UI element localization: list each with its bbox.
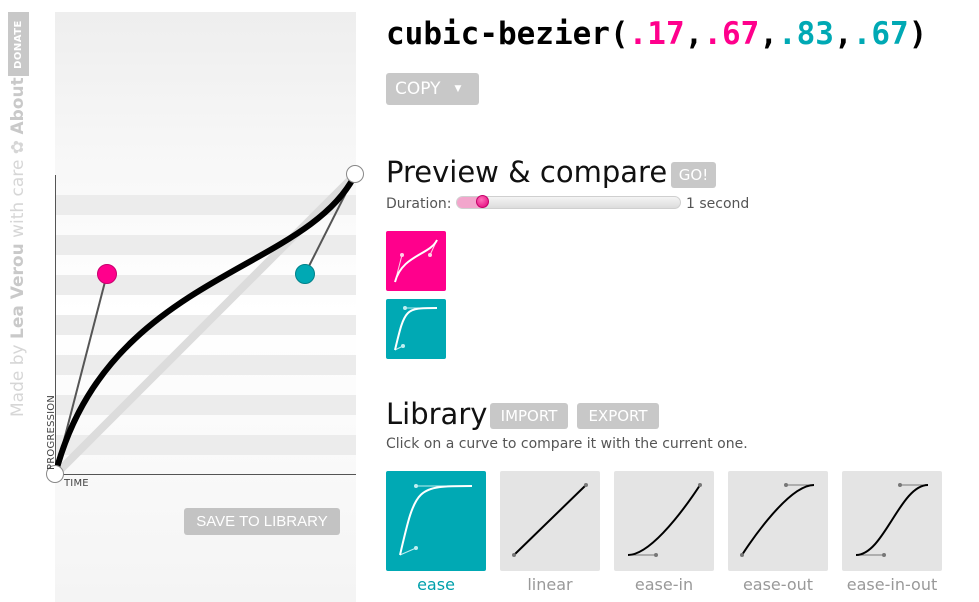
p2y-value: .67 [852, 16, 909, 52]
duration-value: 1 second [686, 196, 750, 212]
duration-label: Duration: [386, 196, 452, 212]
ease-in-out-curve-icon [855, 483, 929, 557]
comma: , [759, 16, 778, 52]
axis-progression-label: PROGRESSION [46, 394, 57, 470]
end-point [346, 165, 364, 183]
preview-compare-icon [394, 306, 438, 351]
library-item-label: ease-in-out [846, 575, 938, 594]
library-item-ease-out[interactable] [728, 471, 828, 571]
p2x-value: .83 [777, 16, 834, 52]
ease-curve-icon [399, 484, 473, 556]
library-description: Click on a curve to compare it with the … [386, 436, 748, 452]
library-item-label: ease-out [742, 575, 814, 594]
bezier-graph[interactable] [55, 175, 356, 475]
copy-label: COPY [395, 79, 441, 99]
export-button[interactable]: EXPORT [577, 403, 659, 429]
close-paren: ) [908, 16, 928, 52]
preview-current-curve[interactable] [386, 231, 446, 291]
ease-in-curve-icon [627, 483, 702, 557]
preview-heading: Preview & compare [386, 155, 668, 189]
save-to-library-button[interactable]: SAVE TO LIBRARY [184, 508, 340, 535]
library-heading: Library [386, 397, 488, 431]
caret-down-icon: ▼ [454, 84, 462, 94]
credits-text: Made by Lea Verou with care ✿ About [8, 77, 28, 417]
library-item-ease-in[interactable] [614, 471, 714, 571]
duration-slider-thumb[interactable] [476, 195, 489, 208]
credits-strip: DONATE Made by Lea Verou with care ✿ Abo… [0, 0, 42, 602]
about-link[interactable]: About [8, 77, 28, 134]
preview-compare-curve[interactable] [386, 299, 446, 359]
library-item-ease[interactable] [386, 471, 486, 571]
axis-time-label: TIME [64, 478, 89, 489]
function-name: cubic-bezier [386, 16, 610, 52]
control-point-1[interactable] [97, 264, 117, 284]
duration-slider[interactable] [456, 195, 681, 209]
preview-current-icon [394, 239, 438, 283]
library-item-linear[interactable] [500, 471, 600, 571]
author-link[interactable]: Lea Verou [8, 243, 28, 339]
p1y-value: .67 [703, 16, 760, 52]
copy-button[interactable]: COPY ▼ [386, 73, 479, 105]
linear-curve-icon [512, 483, 588, 557]
p1x-value: .17 [628, 16, 685, 52]
library-item-label: ease-in [634, 575, 694, 594]
go-button[interactable]: GO! [671, 162, 716, 188]
bezier-graph-svg [55, 175, 356, 475]
credits-suffix: with care ✿ [8, 134, 28, 244]
control-point-2[interactable] [295, 264, 315, 284]
cubic-bezier-value[interactable]: cubic-bezier(.17,.67,.83,.67) [386, 16, 927, 52]
open-paren: ( [609, 16, 629, 52]
import-button[interactable]: IMPORT [490, 403, 568, 429]
donate-button[interactable]: DONATE [8, 12, 29, 76]
library-item-ease-in-out[interactable] [842, 471, 942, 571]
library-item-label: linear [527, 575, 573, 594]
ease-out-curve-icon [740, 483, 815, 557]
library-item-label: ease [417, 575, 455, 594]
credits-prefix: Made by [8, 339, 28, 417]
donate-label: DONATE [13, 19, 25, 69]
comma: , [684, 16, 704, 52]
comma: , [833, 16, 853, 52]
